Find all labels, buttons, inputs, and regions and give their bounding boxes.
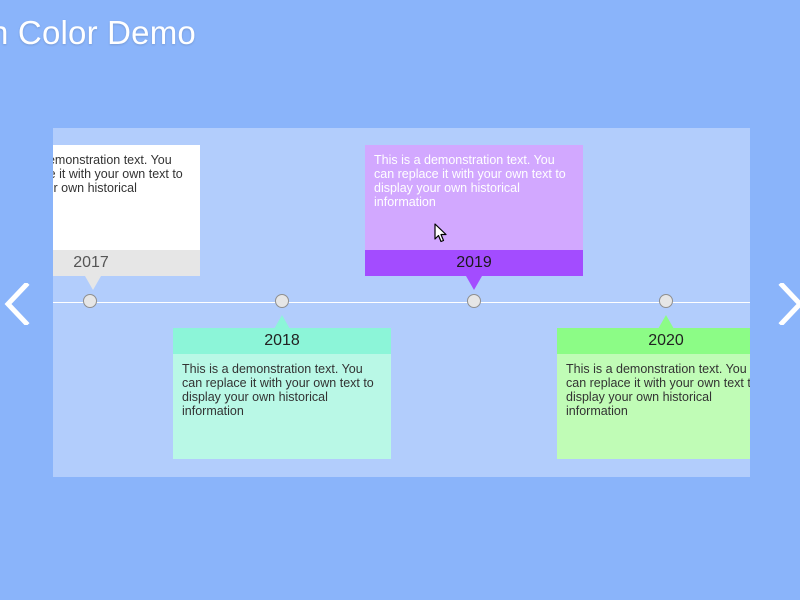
timeline-card-2019[interactable]: This is a demonstration text. You can re… [365,145,583,290]
page: n Color Demo This is a demonstration tex… [0,0,800,600]
timeline-card-2018[interactable]: 2018 This is a demonstration text. You c… [173,315,391,459]
card-year: 2019 [365,250,583,276]
card-pointer [85,276,101,290]
card-pointer [466,276,482,290]
timeline-axis [53,302,750,303]
timeline-node-2018[interactable] [275,294,289,308]
card-text: This is a demonstration text. You can re… [365,145,583,250]
card-pointer [274,315,290,329]
mouse-cursor-icon [434,223,447,243]
timeline-viewport: This is a demonstration text. You can re… [53,128,750,477]
card-text: This is a demonstration text. You can re… [53,145,200,250]
next-button[interactable] [776,281,800,327]
timeline-node-2020[interactable] [659,294,673,308]
prev-button[interactable] [2,281,32,327]
timeline-node-2017[interactable] [83,294,97,308]
card-year: 2018 [173,328,391,354]
card-pointer [658,315,674,329]
card-year: 2017 [53,250,200,276]
chevron-left-icon [4,281,30,327]
card-year: 2020 [557,328,750,354]
card-text: This is a demonstration text. You can re… [557,354,750,459]
page-title: n Color Demo [0,14,196,51]
timeline-node-2019[interactable] [467,294,481,308]
timeline-card-2017[interactable]: This is a demonstration text. You can re… [53,145,200,290]
chevron-right-icon [778,281,800,327]
timeline-card-2020[interactable]: 2020 This is a demonstration text. You c… [557,315,750,459]
card-text: This is a demonstration text. You can re… [173,354,391,459]
